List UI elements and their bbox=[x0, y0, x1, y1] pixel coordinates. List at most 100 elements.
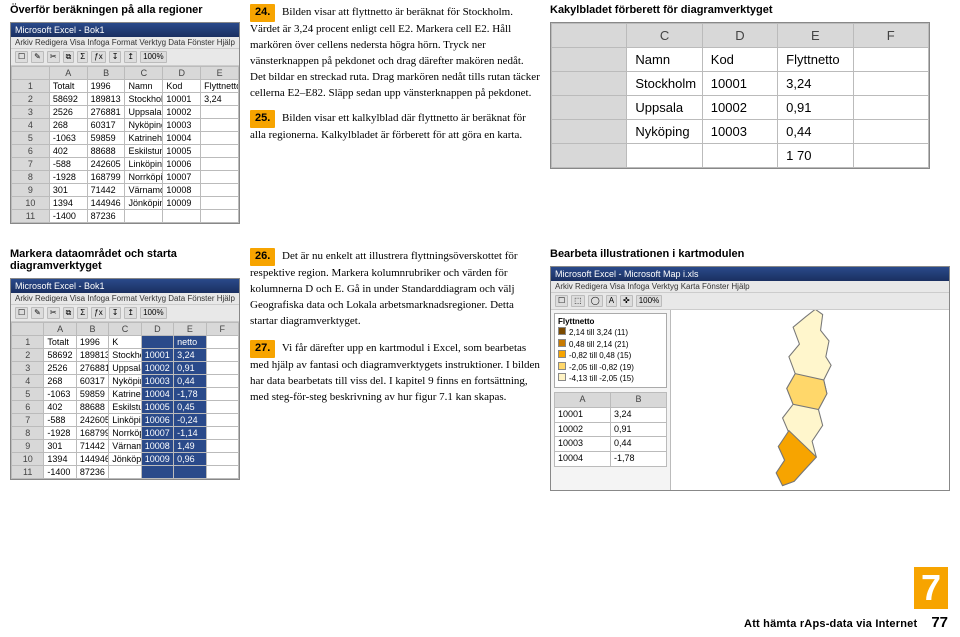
cell[interactable]: Kod bbox=[702, 48, 777, 72]
cell[interactable] bbox=[206, 336, 238, 349]
table-row[interactable]: 8-1928168799Norrköping10007-1,14 bbox=[12, 427, 239, 440]
cell[interactable]: Kod bbox=[163, 80, 201, 93]
cell[interactable]: 10006 bbox=[141, 414, 173, 427]
cell[interactable]: 2526 bbox=[49, 106, 87, 119]
cell[interactable]: Katrineholm bbox=[125, 132, 163, 145]
cell[interactable]: Värnamo bbox=[125, 184, 163, 197]
row-header[interactable]: 2 bbox=[12, 349, 44, 362]
map-canvas[interactable] bbox=[671, 310, 949, 490]
table-row[interactable]: 930171442Värnamo100081,49 bbox=[12, 440, 239, 453]
cell[interactable]: 2526 bbox=[44, 362, 76, 375]
cell[interactable]: 242605 bbox=[87, 158, 125, 171]
cell[interactable]: 10004 bbox=[141, 388, 173, 401]
cell[interactable]: 60317 bbox=[76, 375, 108, 388]
cell[interactable]: 10003 bbox=[141, 375, 173, 388]
cell[interactable]: Eskilstuna bbox=[125, 145, 163, 158]
cell[interactable]: -1928 bbox=[44, 427, 76, 440]
table-row[interactable]: 101394144946Jönköping100090,96 bbox=[12, 453, 239, 466]
cell[interactable]: -588 bbox=[44, 414, 76, 427]
cell[interactable]: 1394 bbox=[44, 453, 76, 466]
cell[interactable]: 10005 bbox=[141, 401, 173, 414]
cell[interactable]: 168799 bbox=[87, 171, 125, 184]
col-header[interactable]: D bbox=[702, 24, 777, 48]
cell[interactable]: Nyköping bbox=[627, 120, 702, 144]
cell[interactable]: 1394 bbox=[49, 197, 87, 210]
cell[interactable] bbox=[853, 120, 928, 144]
table-row[interactable]: 5-106359859Katrineholm10004-1,78 bbox=[12, 388, 239, 401]
col-header[interactable]: E bbox=[778, 24, 853, 48]
cell[interactable] bbox=[201, 145, 239, 158]
cell[interactable]: -1063 bbox=[49, 132, 87, 145]
row-header[interactable]: 3 bbox=[12, 362, 44, 375]
col-header[interactable]: B bbox=[87, 67, 125, 80]
cell[interactable]: 0,45 bbox=[174, 401, 206, 414]
row-header[interactable]: 11 bbox=[12, 466, 44, 479]
row-header[interactable]: 4 bbox=[12, 119, 50, 132]
col-header[interactable] bbox=[552, 24, 627, 48]
row-header[interactable]: 1 bbox=[12, 80, 50, 93]
cell[interactable]: 10009 bbox=[163, 197, 201, 210]
table-row[interactable]: Uppsala100020,91 bbox=[552, 96, 929, 120]
row-header[interactable]: 7 bbox=[12, 158, 50, 171]
row-header[interactable]: 10 bbox=[12, 197, 50, 210]
cell[interactable]: 58692 bbox=[44, 349, 76, 362]
cell[interactable]: Jönköping bbox=[125, 197, 163, 210]
row-header[interactable]: 5 bbox=[12, 132, 50, 145]
cell[interactable]: Totalt bbox=[44, 336, 76, 349]
cell[interactable]: 268 bbox=[44, 375, 76, 388]
cell[interactable]: 60317 bbox=[87, 119, 125, 132]
sheet1-grid[interactable]: ABCDE1Totalt1996NamnKodFlyttnetto2586921… bbox=[11, 66, 239, 223]
cell[interactable]: -1928 bbox=[49, 171, 87, 184]
cell[interactable]: 1 70 bbox=[778, 144, 853, 168]
map-toolbar[interactable]: ☐⬚◯A✜100% bbox=[551, 292, 949, 310]
cell[interactable]: 10003 bbox=[702, 120, 777, 144]
table-row[interactable]: 1Totalt1996Knetto bbox=[12, 336, 239, 349]
table-row[interactable]: 5-106359859Katrineholm10004 bbox=[12, 132, 239, 145]
cell[interactable]: 268 bbox=[49, 119, 87, 132]
cell[interactable]: Namn bbox=[125, 80, 163, 93]
cell[interactable] bbox=[853, 144, 928, 168]
cell[interactable]: 10001 bbox=[702, 72, 777, 96]
table-row[interactable]: 7-588242605Linköping10006 bbox=[12, 158, 239, 171]
cell[interactable]: 10002 bbox=[702, 96, 777, 120]
cell[interactable] bbox=[201, 132, 239, 145]
row-header[interactable]: 5 bbox=[12, 388, 44, 401]
cell[interactable] bbox=[702, 144, 777, 168]
col-header[interactable]: A bbox=[44, 323, 76, 336]
cell[interactable]: 0,44 bbox=[174, 375, 206, 388]
cell[interactable] bbox=[627, 144, 702, 168]
cell[interactable]: 301 bbox=[44, 440, 76, 453]
cell[interactable] bbox=[206, 427, 238, 440]
row-header[interactable]: 2 bbox=[12, 93, 50, 106]
cell[interactable]: 10004 bbox=[163, 132, 201, 145]
cell[interactable]: 3,24 bbox=[174, 349, 206, 362]
cell[interactable]: Linköping bbox=[109, 414, 141, 427]
sheet1-menubar[interactable]: Arkiv Redigera Visa Infoga Format Verkty… bbox=[11, 37, 239, 48]
row-header[interactable]: 6 bbox=[12, 401, 44, 414]
cell[interactable] bbox=[201, 171, 239, 184]
cell[interactable]: 1996 bbox=[76, 336, 108, 349]
cell[interactable]: 0,96 bbox=[174, 453, 206, 466]
sheet-big-grid[interactable]: CDEFNamnKodFlyttnettoStockholm100013,24U… bbox=[551, 23, 929, 168]
row-header[interactable]: 3 bbox=[12, 106, 50, 119]
cell[interactable]: -1063 bbox=[44, 388, 76, 401]
cell[interactable]: 87236 bbox=[76, 466, 108, 479]
cell[interactable]: -1400 bbox=[44, 466, 76, 479]
cell[interactable]: Jönköping bbox=[109, 453, 141, 466]
cell[interactable]: Uppsala bbox=[109, 362, 141, 375]
col-header[interactable]: F bbox=[853, 24, 928, 48]
cell[interactable]: 10007 bbox=[163, 171, 201, 184]
cell[interactable]: Nyköping bbox=[109, 375, 141, 388]
cell[interactable]: 3,24 bbox=[778, 72, 853, 96]
table-row[interactable]: 11-140087236 bbox=[12, 210, 239, 223]
row-header[interactable]: 4 bbox=[12, 375, 44, 388]
col-header[interactable]: C bbox=[627, 24, 702, 48]
cell[interactable] bbox=[206, 349, 238, 362]
cell[interactable] bbox=[201, 119, 239, 132]
cell[interactable]: -1400 bbox=[49, 210, 87, 223]
cell[interactable]: Uppsala bbox=[125, 106, 163, 119]
cell[interactable] bbox=[206, 466, 238, 479]
cell[interactable]: 10006 bbox=[163, 158, 201, 171]
cell[interactable] bbox=[206, 375, 238, 388]
sheet1-toolbar[interactable]: ☐✎✂⧉Σƒx↧↥100% bbox=[11, 48, 239, 66]
